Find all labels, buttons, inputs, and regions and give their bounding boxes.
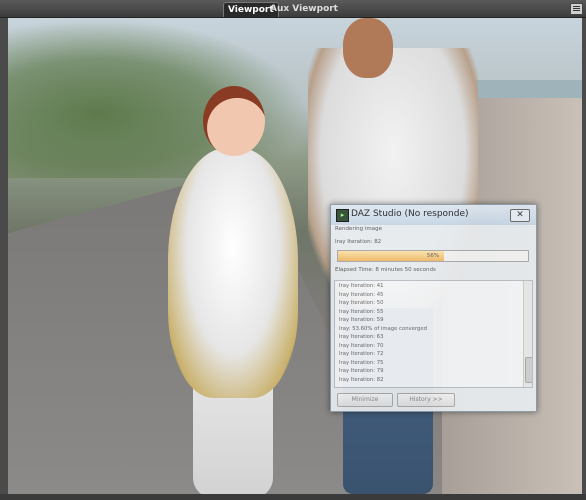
close-icon[interactable]: ✕ — [510, 209, 530, 222]
history-line: Iray Iteration: 55 — [339, 308, 384, 315]
history-scrollbar[interactable] — [523, 281, 532, 387]
history-button[interactable]: History >> — [397, 393, 455, 407]
history-scroll-thumb[interactable] — [525, 357, 532, 383]
tab-aux-viewport[interactable]: Aux Viewport — [266, 2, 342, 16]
render-progress-bar: 56% — [337, 250, 529, 262]
history-line: Iray Iteration: 45 — [339, 291, 384, 298]
history-line: Iray Iteration: 70 — [339, 342, 384, 349]
history-line: Iray Iteration: 79 — [339, 368, 384, 374]
viewport-bottom-bar — [0, 494, 586, 500]
rendering-label: Rendering image — [335, 226, 382, 232]
history-line: Iray Iteration: 50 — [339, 300, 384, 306]
left-frame — [0, 18, 8, 500]
iteration-label: Iray Iteration: 82 — [335, 239, 382, 245]
minimize-button[interactable]: Minimize — [337, 393, 393, 407]
history-line: Iray: 53.60% of image converged — [339, 325, 428, 332]
panel-menu-icon[interactable] — [570, 3, 583, 15]
render-history-log[interactable]: Iray Iteration: 82 Iray Iteration: 79 Iray… — [334, 280, 533, 388]
history-line: Iray Iteration: 82 — [339, 376, 384, 383]
elapsed-time: Elapsed Time: 8 minutes 50 seconds — [335, 267, 436, 273]
history-line: Iray Iteration: 59 — [339, 317, 384, 323]
dialog-title-bar[interactable]: ▸ DAZ Studio (No responde) ✕ — [331, 205, 536, 225]
daz-studio-icon: ▸ — [336, 209, 349, 222]
history-line: Iray Iteration: 72 — [339, 351, 384, 357]
history-line: Iray Iteration: 63 — [339, 334, 384, 340]
progress-percent: 56% — [426, 253, 440, 259]
viewport-tab-bar: Viewport Aux Viewport — [0, 0, 586, 18]
robot-woman-figure — [168, 148, 298, 398]
history-line: Iray Iteration: 41 — [339, 283, 384, 289]
robot-woman-head — [203, 86, 265, 156]
dialog-title: DAZ Studio (No responde) — [351, 209, 469, 219]
man-figure-head — [343, 18, 393, 78]
history-line: Iray Iteration: 75 — [339, 359, 384, 366]
background-trees — [8, 18, 308, 178]
render-progress-dialog: ▸ DAZ Studio (No responde) ✕ Rendering i… — [330, 204, 537, 412]
